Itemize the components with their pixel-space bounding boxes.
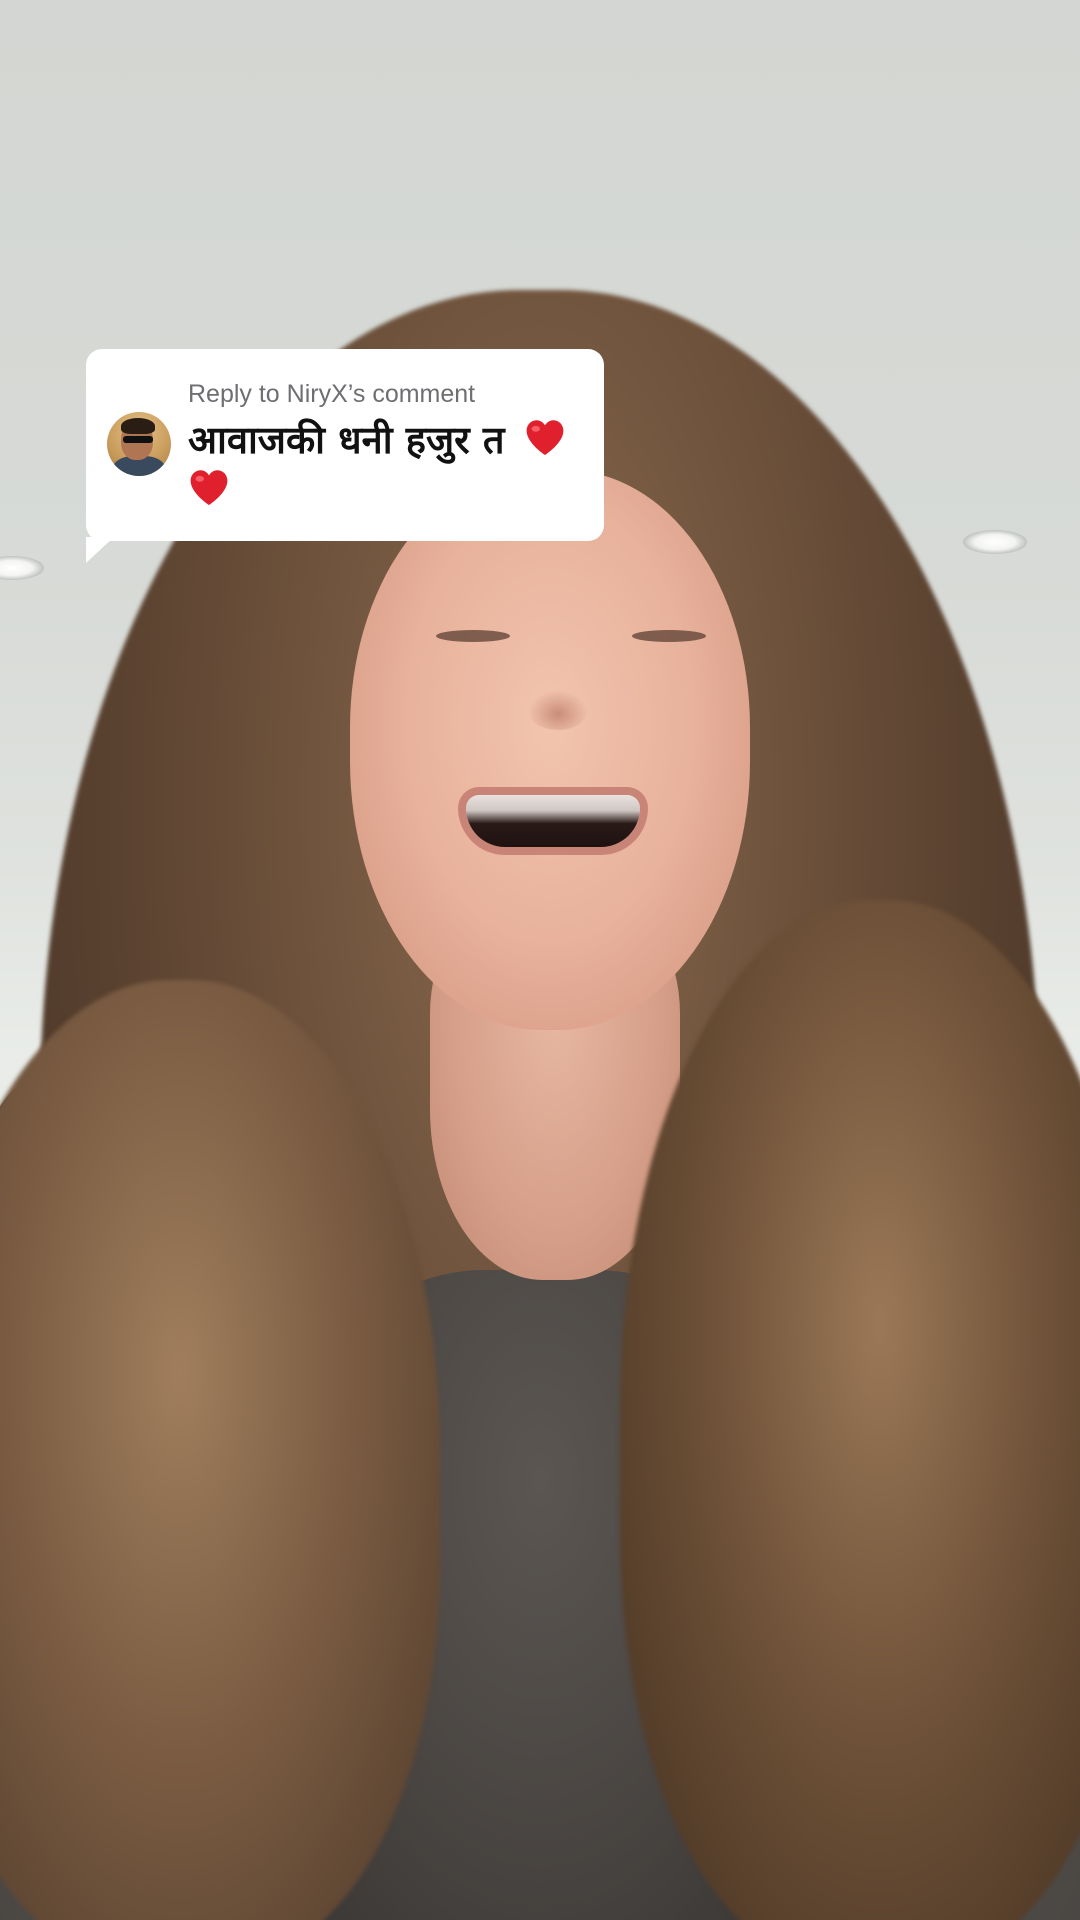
ceiling-light [963,530,1027,554]
commenter-avatar[interactable] [107,412,171,476]
avatar-hair [121,418,155,434]
sunglasses-icon [123,436,153,443]
heart-emoji [526,420,564,456]
nose [528,690,588,730]
ceiling-light [0,556,44,580]
reply-to-label: Reply to NiryX’s comment [188,380,476,408]
smiling-mouth [466,795,640,847]
comment-text: आवाजकी धनी हजुर त [188,415,588,515]
video-frame[interactable] [0,0,1080,1920]
comment-body: आवाजकी धनी हजुर त [188,418,505,462]
reply-comment-sticker[interactable]: Reply to NiryX’s comment आवाजकी धनी हजुर… [86,349,604,541]
heart-emoji [190,470,228,506]
reply-sticker-tail [86,537,114,563]
right-eye [632,630,706,642]
left-eye [436,630,510,642]
face [350,470,750,1030]
